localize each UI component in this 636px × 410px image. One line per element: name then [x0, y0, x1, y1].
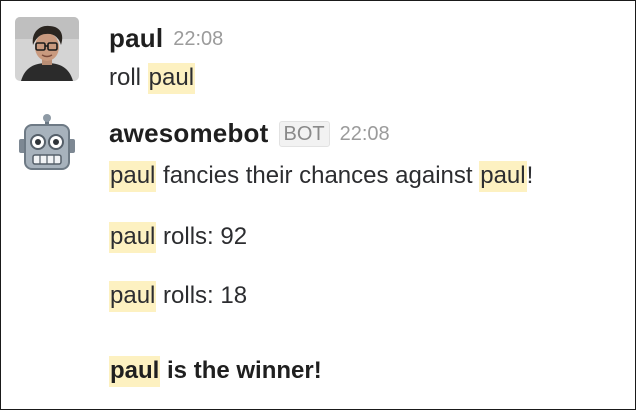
- message-text: paul is the winner!: [109, 356, 322, 387]
- message-text-segment: rolls: 92: [156, 223, 248, 250]
- chat-window: paul 22:08 roll paul awesomebot BOT 22:0…: [0, 0, 636, 410]
- mention-highlight[interactable]: paul: [147, 63, 196, 94]
- mention-highlight[interactable]: paul: [109, 222, 157, 253]
- message-text-segment: fancies their chances against: [156, 162, 480, 189]
- message-text: paul rolls: 18: [109, 281, 248, 312]
- author-name[interactable]: awesomebot: [109, 118, 269, 148]
- user-avatar-icon[interactable]: [15, 17, 79, 81]
- timestamp[interactable]: 22:08: [340, 123, 390, 145]
- bot-badge: BOT: [278, 121, 330, 147]
- mention-highlight[interactable]: paul: [479, 161, 527, 192]
- mention-highlight[interactable]: paul: [109, 161, 157, 192]
- message-text: roll paul: [109, 63, 196, 94]
- message-text-segment: !: [526, 162, 534, 189]
- message-text: paul fancies their chances against paul!: [109, 161, 534, 192]
- author-name[interactable]: paul: [109, 23, 163, 53]
- message-text-segment: roll: [109, 64, 148, 91]
- message-text-segment: rolls: 18: [156, 282, 248, 309]
- message-text-segment: is the winner!: [160, 357, 322, 384]
- mention-highlight[interactable]: paul: [109, 281, 157, 312]
- message-text: paul rolls: 92: [109, 222, 248, 253]
- mention-highlight[interactable]: paul: [109, 356, 161, 387]
- bot-avatar-icon[interactable]: [15, 113, 79, 177]
- timestamp[interactable]: 22:08: [173, 28, 223, 50]
- message-header: paul 22:08: [109, 23, 223, 54]
- message-header: awesomebot BOT 22:08: [109, 118, 390, 149]
